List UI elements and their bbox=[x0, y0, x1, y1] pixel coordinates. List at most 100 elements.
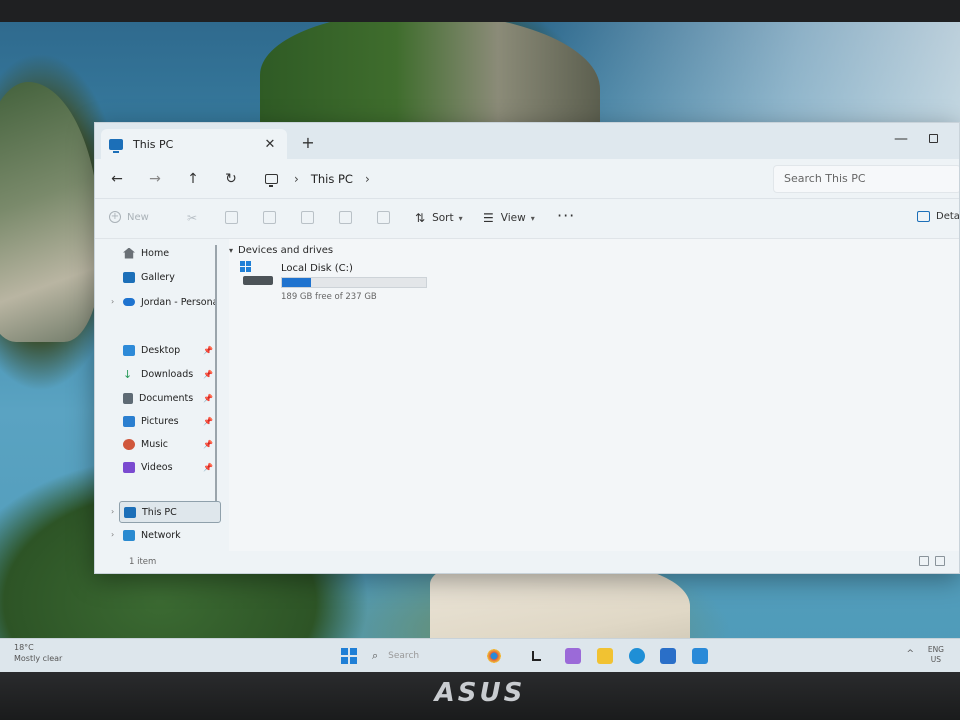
documents-icon bbox=[123, 392, 133, 404]
share-icon[interactable] bbox=[339, 211, 352, 224]
drive-free-space: 189 GB free of 237 GB bbox=[281, 292, 377, 302]
this-pc-icon bbox=[109, 138, 123, 153]
pane-splitter[interactable] bbox=[215, 245, 217, 515]
cut-icon[interactable]: ✂ bbox=[187, 211, 200, 225]
chevron-right-icon[interactable]: › bbox=[365, 172, 370, 186]
drive-usage-bar bbox=[281, 277, 427, 288]
chevron-down-icon: ▾ bbox=[229, 246, 234, 255]
breadcrumb-this-pc[interactable]: This PC bbox=[311, 172, 353, 186]
edge-icon[interactable] bbox=[629, 648, 645, 664]
copilot-icon[interactable] bbox=[565, 648, 581, 664]
paste-icon[interactable] bbox=[263, 211, 276, 224]
copy-icon[interactable] bbox=[225, 211, 238, 224]
title-bar: This PC ✕ + — bbox=[95, 123, 959, 159]
sidebar-item-pictures[interactable]: Pictures 📌 bbox=[123, 411, 215, 431]
sidebar-item-network[interactable]: Network bbox=[123, 525, 215, 545]
status-bar: 1 item bbox=[95, 551, 959, 573]
file-explorer-window: This PC ✕ + — ← → ↑ ↻ › This PC › Search… bbox=[94, 122, 960, 574]
forward-button[interactable]: → bbox=[145, 170, 165, 188]
pin-icon: 📌 bbox=[203, 345, 213, 355]
onedrive-cloud-icon bbox=[123, 298, 135, 306]
sort-icon: ⇅ bbox=[415, 211, 426, 225]
address-bar[interactable]: › This PC › bbox=[253, 165, 763, 193]
chevron-right-icon[interactable]: › bbox=[111, 297, 114, 306]
sidebar-item-onedrive[interactable]: Jordan - Persona bbox=[123, 292, 215, 312]
chevron-right-icon[interactable]: › bbox=[111, 530, 114, 539]
search-input[interactable]: Search This PC bbox=[773, 165, 959, 193]
new-button[interactable]: + New bbox=[109, 211, 149, 223]
sidebar-item-videos[interactable]: Videos 📌 bbox=[123, 457, 215, 477]
show-hidden-icons-button[interactable]: ^ bbox=[906, 649, 914, 659]
file-list-pane: ▾ Devices and drives Local Disk (C:) 189… bbox=[229, 239, 959, 551]
minimize-button[interactable]: — bbox=[889, 131, 913, 147]
hard-drive-icon bbox=[239, 261, 275, 289]
pin-icon: 📌 bbox=[203, 393, 213, 403]
sidebar-item-this-pc[interactable]: This PC bbox=[119, 501, 221, 523]
downloads-icon: ↓ bbox=[123, 367, 133, 381]
view-button[interactable]: ☰ View ▾ bbox=[483, 211, 535, 225]
mail-icon[interactable] bbox=[692, 648, 708, 664]
tiles-view-icon[interactable] bbox=[935, 556, 945, 566]
gallery-icon bbox=[123, 271, 135, 283]
weather-widget[interactable]: 18°C Mostly clear bbox=[14, 642, 62, 664]
sidebar-item-music[interactable]: Music 📌 bbox=[123, 434, 215, 454]
brand-logo: ASUS bbox=[434, 678, 526, 708]
plus-icon: + bbox=[109, 211, 121, 223]
taskbar: 18°C Mostly clear ⌕ Search ^ ENG US bbox=[0, 638, 960, 672]
windows-logo-icon bbox=[240, 261, 251, 272]
details-view-icon[interactable] bbox=[919, 556, 929, 566]
desktop-icon bbox=[123, 344, 135, 356]
navigation-pane: Home Gallery › Jordan - Persona Desktop … bbox=[95, 239, 229, 551]
maximize-button[interactable] bbox=[921, 131, 945, 147]
details-pane-button[interactable]: Detail bbox=[917, 211, 959, 222]
new-tab-button[interactable]: + bbox=[299, 133, 317, 152]
chevron-right-icon[interactable]: › bbox=[294, 172, 299, 186]
store-icon[interactable] bbox=[660, 648, 676, 664]
home-icon bbox=[123, 247, 135, 259]
drive-usage-fill bbox=[282, 278, 311, 287]
task-view-icon[interactable] bbox=[532, 651, 541, 661]
details-pane-icon bbox=[917, 211, 930, 222]
close-tab-button[interactable]: ✕ bbox=[261, 137, 279, 152]
pin-icon: 📌 bbox=[203, 439, 213, 449]
taskbar-search[interactable]: ⌕ Search bbox=[372, 647, 472, 665]
pin-icon: 📌 bbox=[203, 416, 213, 426]
chevron-down-icon: ▾ bbox=[458, 213, 463, 223]
sidebar-item-downloads[interactable]: ↓ Downloads 📌 bbox=[123, 364, 215, 384]
screen-bezel-top bbox=[0, 0, 960, 22]
delete-icon[interactable] bbox=[377, 211, 390, 224]
start-button[interactable] bbox=[341, 648, 357, 664]
rename-icon[interactable] bbox=[301, 211, 314, 224]
file-explorer-icon[interactable] bbox=[597, 648, 613, 664]
maximize-icon bbox=[928, 134, 938, 143]
sort-button[interactable]: ⇅ Sort ▾ bbox=[415, 211, 463, 225]
command-bar: + New ✂ ⇅ Sort ▾ ☰ View ▾ ··· Detail bbox=[95, 199, 959, 239]
navigation-bar: ← → ↑ ↻ › This PC › Search This PC bbox=[95, 159, 959, 199]
tab-this-pc[interactable]: This PC ✕ bbox=[101, 129, 287, 159]
this-pc-icon bbox=[124, 506, 136, 518]
chevron-right-icon[interactable]: › bbox=[111, 507, 114, 516]
sidebar-item-gallery[interactable]: Gallery bbox=[123, 267, 215, 287]
more-options-button[interactable]: ··· bbox=[557, 206, 575, 225]
sidebar-item-desktop[interactable]: Desktop 📌 bbox=[123, 340, 215, 360]
language-indicator[interactable]: ENG US bbox=[928, 645, 944, 665]
group-header-devices[interactable]: ▾ Devices and drives bbox=[229, 245, 333, 256]
network-icon bbox=[123, 529, 135, 541]
sidebar-item-documents[interactable]: Documents 📌 bbox=[123, 388, 215, 408]
drive-name: Local Disk (C:) bbox=[281, 263, 353, 274]
monitor-icon bbox=[265, 174, 278, 187]
widgets-icon[interactable] bbox=[486, 648, 502, 664]
sidebar-item-home[interactable]: Home bbox=[123, 243, 215, 263]
pin-icon: 📌 bbox=[203, 369, 213, 379]
search-icon: ⌕ bbox=[372, 649, 379, 662]
item-count: 1 item bbox=[129, 557, 157, 567]
tab-title: This PC bbox=[133, 137, 174, 151]
videos-icon bbox=[123, 461, 135, 473]
back-button[interactable]: ← bbox=[107, 170, 127, 188]
up-button[interactable]: ↑ bbox=[183, 170, 203, 188]
chevron-down-icon: ▾ bbox=[530, 213, 535, 223]
pictures-icon bbox=[123, 415, 135, 427]
music-icon bbox=[123, 438, 135, 450]
drive-local-disk-c[interactable]: Local Disk (C:) 189 GB free of 237 GB bbox=[239, 261, 439, 307]
refresh-button[interactable]: ↻ bbox=[221, 170, 241, 188]
